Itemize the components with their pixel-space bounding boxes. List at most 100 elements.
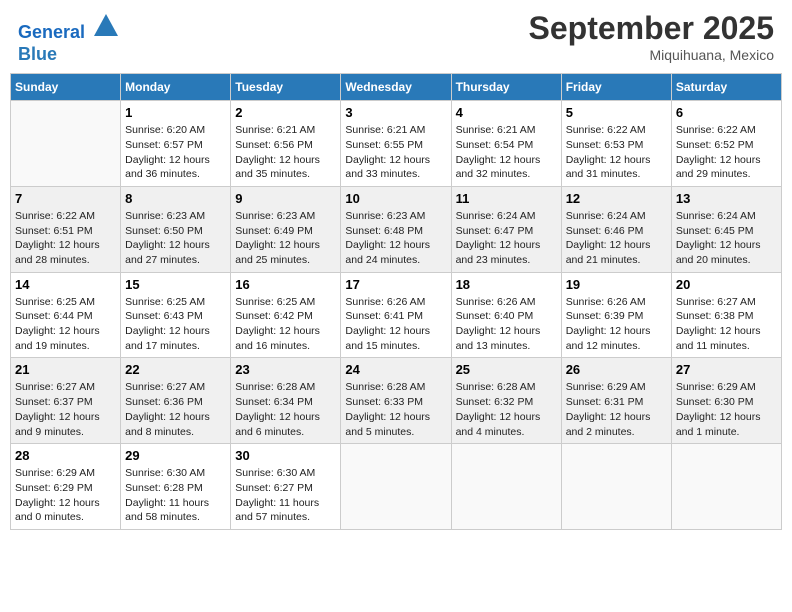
day-number: 17 [345,277,446,292]
calendar-cell: 9 Sunrise: 6:23 AMSunset: 6:49 PMDaylight… [231,186,341,272]
cell-info: Sunrise: 6:22 AMSunset: 6:52 PMDaylight:… [676,123,777,182]
day-number: 5 [566,105,667,120]
day-number: 30 [235,448,336,463]
calendar-cell: 12 Sunrise: 6:24 AMSunset: 6:46 PMDayligh… [561,186,671,272]
cell-info: Sunrise: 6:27 AMSunset: 6:37 PMDaylight:… [15,380,116,439]
cell-info: Sunrise: 6:25 AMSunset: 6:44 PMDaylight:… [15,295,116,354]
col-header-wednesday: Wednesday [341,74,451,101]
cell-info: Sunrise: 6:28 AMSunset: 6:34 PMDaylight:… [235,380,336,439]
calendar-cell: 15Sunrise: 6:25 AMSunset: 6:43 PMDayligh… [121,272,231,358]
logo-icon [92,10,120,38]
cell-info: Sunrise: 6:21 AMSunset: 6:55 PMDaylight:… [345,123,446,182]
day-number: 11 [456,191,557,206]
day-number: 14 [15,277,116,292]
cell-info: Sunrise: 6:25 AMSunset: 6:43 PMDaylight:… [125,295,226,354]
calendar-cell: 21Sunrise: 6:27 AMSunset: 6:37 PMDayligh… [11,358,121,444]
calendar-cell: 16 Sunrise: 6:25 AMSunset: 6:42 PMDayligh… [231,272,341,358]
cell-info: Sunrise: 6:26 AMSunset: 6:39 PMDaylight:… [566,295,667,354]
cell-info: Sunrise: 6:23 AMSunset: 6:48 PMDaylight:… [345,209,446,268]
cell-info: Sunrise: 6:29 AMSunset: 6:29 PMDaylight:… [15,466,116,525]
day-number: 16 [235,277,336,292]
day-number: 24 [345,362,446,377]
col-header-thursday: Thursday [451,74,561,101]
col-header-tuesday: Tuesday [231,74,341,101]
cell-info: Sunrise: 6:26 AMSunset: 6:40 PMDaylight:… [456,295,557,354]
calendar-cell: 8Sunrise: 6:23 AMSunset: 6:50 PMDaylight… [121,186,231,272]
calendar-cell [341,444,451,530]
calendar-cell: 29 Sunrise: 6:30 AMSunset: 6:28 PMDayligh… [121,444,231,530]
calendar-cell: 19Sunrise: 6:26 AMSunset: 6:39 PMDayligh… [561,272,671,358]
day-number: 9 [235,191,336,206]
cell-info: Sunrise: 6:30 AMSunset: 6:28 PMDaylight:… [125,466,226,525]
calendar-cell: 27 Sunrise: 6:29 AMSunset: 6:30 PMDayligh… [671,358,781,444]
day-number: 23 [235,362,336,377]
cell-info: Sunrise: 6:24 AMSunset: 6:46 PMDaylight:… [566,209,667,268]
cell-info: Sunrise: 6:25 AMSunset: 6:42 PMDaylight:… [235,295,336,354]
calendar-cell: 18 Sunrise: 6:26 AMSunset: 6:40 PMDayligh… [451,272,561,358]
calendar-cell: 4 Sunrise: 6:21 AMSunset: 6:54 PMDaylight… [451,101,561,187]
cell-info: Sunrise: 6:27 AMSunset: 6:36 PMDaylight:… [125,380,226,439]
day-number: 2 [235,105,336,120]
day-number: 25 [456,362,557,377]
day-number: 18 [456,277,557,292]
day-number: 29 [125,448,226,463]
calendar-cell: 24 Sunrise: 6:28 AMSunset: 6:33 PMDayligh… [341,358,451,444]
cell-info: Sunrise: 6:26 AMSunset: 6:41 PMDaylight:… [345,295,446,354]
calendar-cell: 5 Sunrise: 6:22 AMSunset: 6:53 PMDaylight… [561,101,671,187]
logo: General Blue [18,10,120,65]
day-number: 8 [125,191,226,206]
calendar-cell [11,101,121,187]
calendar-cell: 1 Sunrise: 6:20 AMSunset: 6:57 PMDaylight… [121,101,231,187]
calendar-week-row: 14 Sunrise: 6:25 AMSunset: 6:44 PMDayligh… [11,272,782,358]
calendar-cell: 30 Sunrise: 6:30 AMSunset: 6:27 PMDayligh… [231,444,341,530]
day-number: 26 [566,362,667,377]
calendar-cell [671,444,781,530]
logo-text: General [18,10,120,44]
day-number: 1 [125,105,226,120]
cell-info: Sunrise: 6:24 AMSunset: 6:47 PMDaylight:… [456,209,557,268]
day-number: 4 [456,105,557,120]
calendar-cell: 28 Sunrise: 6:29 AMSunset: 6:29 PMDayligh… [11,444,121,530]
calendar-table: SundayMondayTuesdayWednesdayThursdayFrid… [10,73,782,530]
cell-info: Sunrise: 6:22 AMSunset: 6:51 PMDaylight:… [15,209,116,268]
calendar-cell: 2 Sunrise: 6:21 AMSunset: 6:56 PMDaylight… [231,101,341,187]
cell-info: Sunrise: 6:28 AMSunset: 6:33 PMDaylight:… [345,380,446,439]
day-number: 27 [676,362,777,377]
calendar-cell [451,444,561,530]
logo-general: General [18,22,85,42]
calendar-week-row: 28 Sunrise: 6:29 AMSunset: 6:29 PMDayligh… [11,444,782,530]
title-block: September 2025 Miquihuana, Mexico [529,10,774,63]
day-number: 28 [15,448,116,463]
location: Miquihuana, Mexico [529,47,774,63]
calendar-cell: 25Sunrise: 6:28 AMSunset: 6:32 PMDayligh… [451,358,561,444]
page-header: General Blue September 2025 Miquihuana, … [10,10,782,65]
month-title: September 2025 [529,10,774,47]
calendar-cell: 13Sunrise: 6:24 AMSunset: 6:45 PMDayligh… [671,186,781,272]
calendar-cell: 7Sunrise: 6:22 AMSunset: 6:51 PMDaylight… [11,186,121,272]
day-number: 22 [125,362,226,377]
day-number: 20 [676,277,777,292]
calendar-cell: 22 Sunrise: 6:27 AMSunset: 6:36 PMDayligh… [121,358,231,444]
calendar-cell: 20 Sunrise: 6:27 AMSunset: 6:38 PMDayligh… [671,272,781,358]
cell-info: Sunrise: 6:30 AMSunset: 6:27 PMDaylight:… [235,466,336,525]
calendar-cell: 23 Sunrise: 6:28 AMSunset: 6:34 PMDayligh… [231,358,341,444]
day-number: 12 [566,191,667,206]
cell-info: Sunrise: 6:27 AMSunset: 6:38 PMDaylight:… [676,295,777,354]
logo-blue: Blue [18,44,120,66]
col-header-friday: Friday [561,74,671,101]
cell-info: Sunrise: 6:21 AMSunset: 6:54 PMDaylight:… [456,123,557,182]
cell-info: Sunrise: 6:23 AMSunset: 6:49 PMDaylight:… [235,209,336,268]
cell-info: Sunrise: 6:20 AMSunset: 6:57 PMDaylight:… [125,123,226,182]
cell-info: Sunrise: 6:22 AMSunset: 6:53 PMDaylight:… [566,123,667,182]
cell-info: Sunrise: 6:21 AMSunset: 6:56 PMDaylight:… [235,123,336,182]
col-header-sunday: Sunday [11,74,121,101]
calendar-cell: 10 Sunrise: 6:23 AMSunset: 6:48 PMDayligh… [341,186,451,272]
calendar-week-row: 1 Sunrise: 6:20 AMSunset: 6:57 PMDaylight… [11,101,782,187]
cell-info: Sunrise: 6:29 AMSunset: 6:30 PMDaylight:… [676,380,777,439]
day-number: 3 [345,105,446,120]
day-number: 6 [676,105,777,120]
calendar-cell: 3 Sunrise: 6:21 AMSunset: 6:55 PMDaylight… [341,101,451,187]
calendar-header-row: SundayMondayTuesdayWednesdayThursdayFrid… [11,74,782,101]
calendar-cell: 14 Sunrise: 6:25 AMSunset: 6:44 PMDayligh… [11,272,121,358]
day-number: 10 [345,191,446,206]
